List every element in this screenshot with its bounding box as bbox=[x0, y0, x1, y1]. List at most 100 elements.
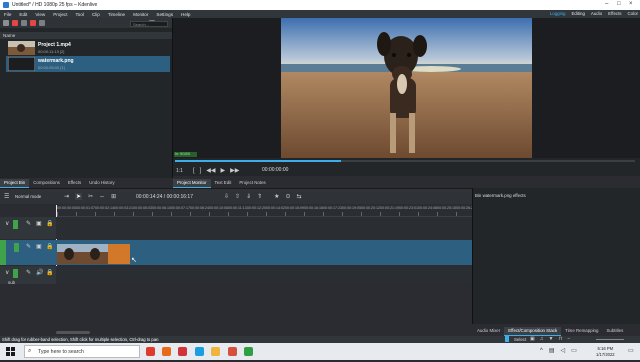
tab-subtitles[interactable]: Subtitles bbox=[602, 327, 627, 335]
maximize-icon[interactable]: □ bbox=[617, 1, 621, 7]
effects-icon[interactable]: ✎ bbox=[26, 243, 31, 250]
tab-project-monitor[interactable]: Project Monitor bbox=[173, 179, 211, 188]
bin-search-input[interactable]: Search... bbox=[130, 21, 168, 27]
track-lane-v2[interactable] bbox=[56, 217, 472, 239]
ripple-tool-icon[interactable]: ⊞ bbox=[111, 193, 116, 200]
tab-project-bin[interactable]: Project Bin bbox=[0, 179, 30, 188]
razor-tool-icon[interactable]: ✂ bbox=[88, 193, 93, 200]
snap-icon[interactable]: ⊙ bbox=[286, 193, 291, 200]
menu-timeline[interactable]: Timeline bbox=[108, 12, 125, 17]
in-point-icon[interactable]: [ bbox=[193, 168, 195, 174]
timeline-clip-video[interactable] bbox=[57, 244, 108, 264]
lock-icon[interactable]: 🔒 bbox=[46, 220, 53, 227]
zoom-fit-icon[interactable]: ⇆ bbox=[297, 193, 302, 200]
menu-view[interactable]: View bbox=[35, 12, 45, 17]
menu-edit[interactable]: Edit bbox=[19, 12, 27, 17]
layout-audio[interactable]: Audio bbox=[591, 11, 602, 16]
lock-icon[interactable]: 🔒 bbox=[46, 243, 53, 250]
tray-chevron-icon[interactable]: ^ bbox=[540, 348, 543, 354]
menu-file[interactable]: File bbox=[4, 12, 11, 17]
slip-tool-icon[interactable]: ⇔ bbox=[99, 194, 105, 200]
monitor-timecode[interactable]: 00:00:00:00 bbox=[262, 167, 288, 173]
minimize-icon[interactable]: – bbox=[605, 1, 608, 7]
zoom-out-icon[interactable]: − bbox=[567, 336, 570, 342]
taskbar-search-box[interactable]: ⌕ Type here to search bbox=[24, 345, 140, 358]
layout-editing[interactable]: Editing bbox=[571, 11, 584, 16]
track-target-icon[interactable] bbox=[14, 243, 19, 252]
collapse-icon[interactable]: ∨ bbox=[5, 269, 9, 276]
thumbnail-icon[interactable]: ▣ bbox=[530, 336, 535, 342]
close-icon[interactable]: × bbox=[629, 1, 633, 7]
edit-mode-select[interactable]: Normal mode bbox=[15, 194, 41, 199]
menu-monitor[interactable]: Monitor bbox=[133, 12, 148, 17]
overwrite-icon[interactable]: ⇓ bbox=[246, 193, 251, 200]
track-target-icon[interactable] bbox=[13, 269, 18, 278]
bin-clip-project-1[interactable]: Project 1.mp4 00:00:11:13 [2] bbox=[6, 40, 170, 56]
snap-status-icon[interactable]: ⊓ bbox=[558, 336, 562, 342]
insert-icon[interactable]: ⇩ bbox=[224, 193, 229, 200]
battery-icon[interactable]: ▭ bbox=[571, 347, 577, 354]
menu-clip[interactable]: Clip bbox=[92, 12, 100, 17]
collapse-icon[interactable]: ∨ bbox=[5, 220, 9, 227]
timeline-timecode[interactable]: 00:00:14:24 / 00:00:16:17 bbox=[136, 194, 193, 200]
zoom-slider[interactable] bbox=[596, 339, 624, 340]
layout-logging[interactable]: Logging bbox=[550, 11, 566, 16]
menu-tool[interactable]: Tool bbox=[76, 12, 84, 17]
track-header-v2[interactable]: ∨ ✎ ▣ 🔒 bbox=[0, 217, 56, 239]
file-explorer-icon[interactable] bbox=[211, 347, 220, 356]
tab-audio-mixer[interactable]: Audio Mixer bbox=[473, 327, 504, 335]
notifications-icon[interactable]: ▭ bbox=[628, 347, 634, 354]
chrome-icon[interactable] bbox=[146, 347, 155, 356]
start-button[interactable] bbox=[0, 343, 24, 360]
menu-project[interactable]: Project bbox=[53, 12, 67, 17]
markers-icon[interactable]: ▼ bbox=[548, 336, 553, 342]
taskbar-app-icon[interactable] bbox=[228, 347, 237, 356]
extract-icon[interactable]: ⇑ bbox=[257, 193, 262, 200]
network-icon[interactable]: ▤ bbox=[549, 347, 555, 354]
out-point-icon[interactable]: ] bbox=[200, 168, 202, 174]
audio-thumbnail-icon[interactable]: ♫ bbox=[540, 336, 544, 342]
lift-icon[interactable]: ⇧ bbox=[235, 193, 240, 200]
youtube-icon[interactable] bbox=[178, 347, 187, 356]
add-clip-icon[interactable] bbox=[12, 20, 18, 26]
lock-icon[interactable]: 🔒 bbox=[46, 269, 53, 276]
edge-icon[interactable] bbox=[195, 347, 204, 356]
select-tool-icon[interactable]: ➤ bbox=[75, 193, 83, 200]
track-lane-a1[interactable] bbox=[56, 266, 472, 284]
brave-icon[interactable] bbox=[162, 347, 171, 356]
tab-effect-stack[interactable]: Effect/Composition Stack bbox=[504, 327, 562, 336]
camtasia-icon[interactable] bbox=[244, 347, 253, 356]
taskbar-clock[interactable]: 5:16 PM 1/17/2022 bbox=[596, 346, 615, 358]
track-target-icon[interactable] bbox=[13, 220, 18, 229]
bin-clip-watermark[interactable]: watermark.png 00:00:05:00 [1] bbox=[6, 56, 170, 72]
zoom-icon[interactable]: 1:1 bbox=[176, 168, 183, 174]
tab-compositions[interactable]: Compositions bbox=[29, 179, 64, 187]
forward-icon[interactable]: ▶▶ bbox=[230, 167, 239, 174]
monitor-seek-bar[interactable] bbox=[175, 160, 635, 162]
select-mode-icon[interactable] bbox=[505, 336, 509, 342]
tab-undo-history[interactable]: Undo History bbox=[85, 179, 118, 187]
new-folder-icon[interactable] bbox=[21, 20, 27, 26]
hide-track-icon[interactable]: ▣ bbox=[36, 243, 42, 250]
favorite-icon[interactable]: ★ bbox=[274, 193, 279, 200]
timeline-scrollbar[interactable] bbox=[56, 331, 90, 334]
menu-settings[interactable]: Settings bbox=[156, 12, 173, 17]
tab-effects[interactable]: Effects bbox=[64, 179, 85, 187]
effects-icon[interactable]: ✎ bbox=[26, 220, 31, 227]
delete-clip-icon[interactable] bbox=[30, 20, 36, 26]
menu-help[interactable]: Help bbox=[181, 12, 190, 17]
rewind-icon[interactable]: ◀◀ bbox=[206, 167, 215, 174]
effects-icon[interactable]: ✎ bbox=[26, 269, 31, 276]
hamburger-icon[interactable] bbox=[3, 20, 9, 26]
timeline-clip-watermark[interactable] bbox=[108, 244, 130, 264]
tab-text-edit[interactable]: Text Edit bbox=[211, 179, 236, 187]
hide-track-icon[interactable]: ▣ bbox=[36, 220, 42, 227]
tab-time-remapping[interactable]: Time Remapping bbox=[561, 327, 602, 335]
bin-options-icon[interactable] bbox=[39, 20, 45, 26]
mute-icon[interactable]: 🔊 bbox=[36, 269, 43, 276]
tab-project-notes[interactable]: Project Notes bbox=[235, 179, 269, 187]
play-icon[interactable]: ▶ bbox=[221, 167, 226, 174]
spacer-tool-icon[interactable]: ⇥ bbox=[64, 193, 69, 200]
layout-effects[interactable]: Effects bbox=[608, 11, 621, 16]
track-header-v1[interactable]: ✎ ▣ 🔒 bbox=[0, 240, 56, 265]
